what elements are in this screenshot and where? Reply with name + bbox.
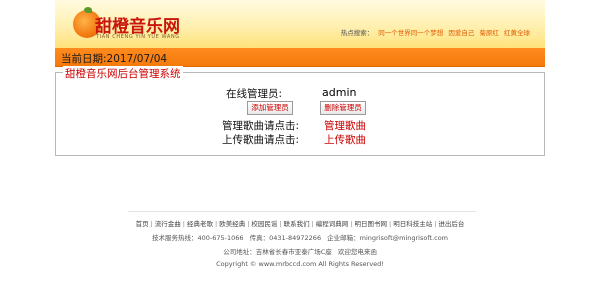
site-logo[interactable]: 甜橙音乐网 TIAN CHENG YIN YUE WANG: [73, 7, 180, 43]
company-address: 公司地址：吉林省长春市亚泰广场C座: [223, 248, 332, 256]
footer-separator: |: [389, 220, 392, 228]
footer-separator: |: [182, 220, 185, 228]
footer-separator: |: [150, 220, 153, 228]
footer-separator: |: [311, 220, 314, 228]
date-bar: 当前日期:2017/07/04: [55, 48, 545, 67]
online-admin-value: admin: [322, 86, 357, 99]
delete-admin-button[interactable]: 删除管理员: [320, 101, 366, 115]
company-email: 企业邮箱：mingrisoft@mingrisoft.com: [327, 234, 449, 242]
footer-link-pop[interactable]: 流行金曲: [155, 220, 181, 228]
footer-link-home[interactable]: 首页: [136, 220, 149, 228]
header-banner: 甜橙音乐网 TIAN CHENG YIN YUE WANG 热点搜索： 同一个世…: [55, 0, 545, 48]
footer-separator: |: [214, 220, 218, 228]
hot-search-link[interactable]: 同一个世界同一个梦想: [378, 29, 443, 37]
welcome-text: 欢迎您电来函: [337, 248, 377, 256]
hot-search: 热点搜索： 同一个世界同一个梦想 因爱自己 菊原红 红黄全球: [341, 27, 533, 37]
current-date-label: 当前日期:: [61, 53, 107, 65]
manage-songs-label: 管理歌曲请点击:: [222, 120, 300, 132]
hot-search-link[interactable]: 红黄全球: [504, 29, 530, 37]
footer-separator: |: [247, 220, 250, 228]
footer-link-mingri[interactable]: 明日科技主站: [393, 220, 432, 228]
add-admin-button[interactable]: 添加管理员: [247, 101, 293, 115]
footer-link-dictionary[interactable]: 编程词典网: [316, 220, 349, 228]
hot-search-link[interactable]: 菊原红: [479, 29, 499, 37]
upload-songs-label: 上传歌曲请点击:: [222, 134, 300, 146]
admin-panel-title: 甜橙音乐网后台管理系统: [63, 66, 183, 81]
footer-separator: |: [434, 220, 437, 228]
logo-subtitle: TIAN CHENG YIN YUE WANG: [96, 34, 180, 40]
footer-link-western[interactable]: 欧美经典: [219, 220, 245, 228]
current-date: 当前日期:2017/07/04: [61, 51, 167, 66]
current-date-value: 2017/07/04: [106, 53, 168, 65]
online-admin-label: 在线管理员:: [226, 88, 283, 100]
page: 甜橙音乐网 TIAN CHENG YIN YUE WANG 热点搜索： 同一个世…: [0, 0, 600, 288]
footer-contact: 技术服务热线：400-675-1066 传真：0431-84972266 企业邮…: [0, 232, 600, 242]
admin-panel: 甜橙音乐网后台管理系统 在线管理员: admin 添加管理员 删除管理员 管理歌…: [55, 66, 545, 156]
service-phone: 技术服务热线：400-675-1066: [151, 234, 244, 242]
footer-separator: |: [350, 220, 353, 228]
footer-link-logout[interactable]: 进出后台: [438, 220, 464, 228]
hot-search-link[interactable]: 因爱自己: [448, 29, 474, 37]
footer-address: 公司地址：吉林省长春市亚泰广场C座 欢迎您电来函: [0, 246, 600, 256]
footer-link-contact[interactable]: 联系我们: [284, 220, 310, 228]
footer-nav: 首页 | 流行金曲 | 经典老歌 | 欧美经典 | 校园民谣 | 联系我们 | 编程词典网 | 明日图书网 |…: [0, 218, 600, 228]
footer-link-classic[interactable]: 经典老歌: [187, 220, 213, 228]
fax-number: 传真：0431-84972266: [249, 234, 322, 242]
hot-search-label: 热点搜索：: [340, 29, 374, 37]
footer-link-campus[interactable]: 校园民谣: [251, 220, 277, 228]
footer-divider: [128, 211, 476, 212]
manage-songs-link[interactable]: 管理歌曲: [324, 118, 366, 133]
footer-link-books[interactable]: 明日图书网: [355, 220, 388, 228]
copyright: Copyright © www.mrbccd.com All Rights Re…: [216, 260, 384, 268]
footer-separator: |: [279, 220, 282, 228]
upload-songs-link[interactable]: 上传歌曲: [324, 132, 366, 147]
